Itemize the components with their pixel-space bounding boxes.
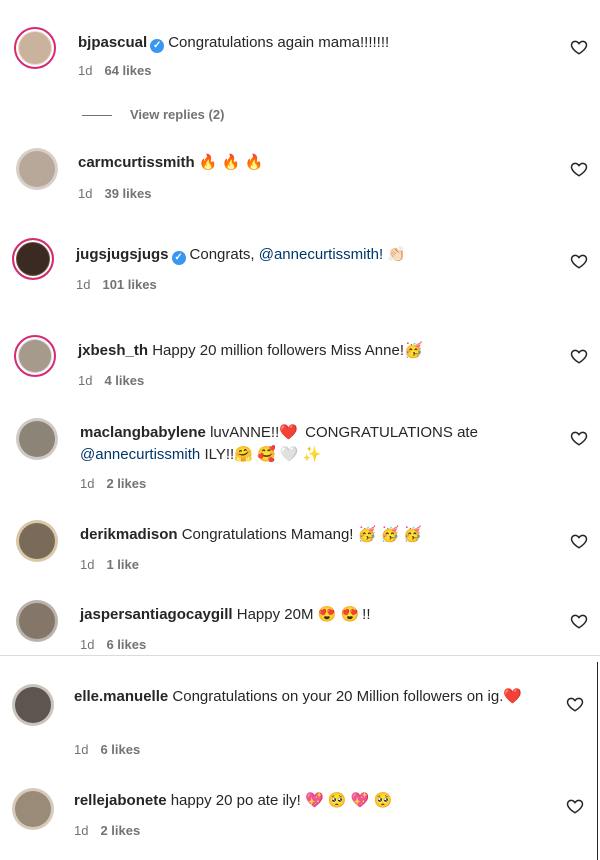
comment-meta: 1d 6 likes	[74, 742, 140, 757]
username[interactable]: rellejabonete	[74, 792, 167, 809]
comment-text: maclangbabylene luvANNE!!❤️ CONGRATULATI…	[80, 422, 550, 466]
heart-outline-icon[interactable]	[566, 797, 584, 815]
likes-count[interactable]: 1 like	[106, 557, 139, 572]
scrollbar[interactable]	[597, 662, 598, 860]
comment-text: carmcurtissmith 🔥 🔥 🔥	[78, 152, 548, 174]
replies-line	[82, 115, 112, 117]
comment-emoji: 🥳 🥳 🥳	[357, 526, 423, 543]
comment-emoji: 👏🏻	[387, 246, 407, 263]
heart-outline-icon[interactable]	[570, 612, 588, 630]
comment-emoji-2: 🤗 🥰 🤍 ✨	[234, 446, 322, 463]
mention-link[interactable]: @annecurtissmith	[80, 446, 200, 463]
likes-count[interactable]: 6 likes	[100, 742, 140, 757]
heart-outline-icon[interactable]	[570, 252, 588, 270]
comment-meta: 1d 2 likes	[80, 476, 146, 491]
timestamp: 1d	[78, 373, 93, 388]
comment-emoji: 😍 😍	[317, 606, 360, 623]
avatar[interactable]	[16, 520, 58, 562]
comment-emoji: 🔥 🔥 🔥	[198, 154, 264, 171]
likes-count[interactable]: 6 likes	[106, 637, 146, 649]
comment-body: Congratulations Mamang!	[181, 526, 354, 543]
heart-outline-icon[interactable]	[570, 160, 588, 178]
view-replies-button[interactable]: View replies (2)	[82, 107, 224, 122]
timestamp: 1d	[80, 557, 95, 572]
username[interactable]: carmcurtissmith	[78, 154, 195, 171]
heart-outline-icon[interactable]	[570, 38, 588, 56]
comment-body: luvANNE!!	[210, 424, 280, 441]
timestamp: 1d	[76, 277, 91, 292]
comment-body-2: CONGRATULATIONS ate	[305, 424, 478, 441]
comment-emoji: ❤️	[279, 424, 298, 441]
likes-count[interactable]: 101 likes	[102, 277, 156, 292]
timestamp: 1d	[74, 742, 89, 757]
comment-meta: 1d 6 likes	[80, 637, 146, 649]
avatar[interactable]	[16, 148, 58, 190]
heart-outline-icon[interactable]	[566, 695, 584, 713]
likes-count[interactable]: 64 likes	[104, 63, 151, 78]
comment-emoji: 💖 🥺 💖 🥺	[304, 792, 393, 809]
comment-text: rellejabonete happy 20 po ate ily! 💖 🥺 💖…	[74, 790, 544, 812]
timestamp: 1d	[80, 637, 95, 649]
avatar[interactable]	[16, 600, 58, 642]
username[interactable]: maclangbabylene	[80, 424, 206, 441]
comment-meta: 1d 101 likes	[76, 277, 157, 292]
comment-body: Congrats,	[189, 246, 259, 263]
comment-body-2: !!	[362, 606, 371, 623]
comment-meta: 1d 4 likes	[78, 373, 144, 388]
avatar[interactable]	[14, 335, 56, 377]
comment-text: elle.manuelle Congratulations on your 20…	[74, 686, 544, 708]
username[interactable]: bjpascual	[78, 34, 147, 51]
avatar[interactable]	[14, 27, 56, 69]
username[interactable]: elle.manuelle	[74, 688, 168, 705]
comment-body: Happy 20 million followers Miss Anne!	[152, 342, 404, 359]
likes-count[interactable]: 2 likes	[100, 823, 140, 838]
heart-outline-icon[interactable]	[570, 347, 588, 365]
username[interactable]: jugsjugsjugs	[76, 246, 169, 263]
comment-meta: 1d 39 likes	[78, 186, 151, 201]
comment-meta: 1d 2 likes	[74, 823, 140, 838]
timestamp: 1d	[78, 186, 93, 201]
username[interactable]: jxbesh_th	[78, 342, 148, 359]
comment-body: Happy 20M	[236, 606, 314, 623]
username[interactable]: derikmadison	[80, 526, 178, 543]
comment-text: jxbesh_th Happy 20 million followers Mis…	[78, 340, 548, 362]
comment-meta: 1d 1 like	[80, 557, 139, 572]
avatar[interactable]	[16, 418, 58, 460]
comment-text: jugsjugsjugs ✓ Congrats, @annecurtissmith!…	[76, 244, 546, 266]
timestamp: 1d	[74, 823, 89, 838]
avatar[interactable]	[12, 684, 54, 726]
likes-count[interactable]: 4 likes	[104, 373, 144, 388]
comment-emoji: 🥳	[403, 342, 423, 359]
likes-count[interactable]: 2 likes	[106, 476, 146, 491]
likes-count[interactable]: 39 likes	[104, 186, 151, 201]
verified-badge-icon: ✓	[150, 39, 165, 53]
comment-body: Congratulations again mama!!!!!!!	[168, 34, 390, 51]
avatar[interactable]	[12, 238, 54, 280]
comment-body-3: ILY!!	[204, 446, 235, 463]
comment-meta: 1d 64 likes	[78, 63, 151, 78]
verified-badge-icon: ✓	[171, 251, 186, 265]
timestamp: 1d	[78, 63, 93, 78]
timestamp: 1d	[80, 476, 95, 491]
heart-outline-icon[interactable]	[570, 532, 588, 550]
comment-text: jaspersantiagocaygill Happy 20M 😍 😍!!	[80, 604, 550, 626]
username[interactable]: jaspersantiagocaygill	[80, 606, 233, 623]
heart-outline-icon[interactable]	[570, 429, 588, 447]
comment-emoji: ❤️	[503, 688, 523, 705]
screenshot-divider	[0, 655, 600, 656]
mention-link[interactable]: @annecurtissmith!	[259, 246, 383, 263]
comment-text: bjpascual ✓ Congratulations again mama!!!!…	[78, 32, 548, 54]
comment-body: Congratulations on your 20 Million follo…	[172, 688, 504, 705]
avatar[interactable]	[12, 788, 54, 830]
comment-text: derikmadison Congratulations Mamang! 🥳 🥳…	[80, 524, 550, 546]
comment-body: happy 20 po ate ily!	[170, 792, 301, 809]
